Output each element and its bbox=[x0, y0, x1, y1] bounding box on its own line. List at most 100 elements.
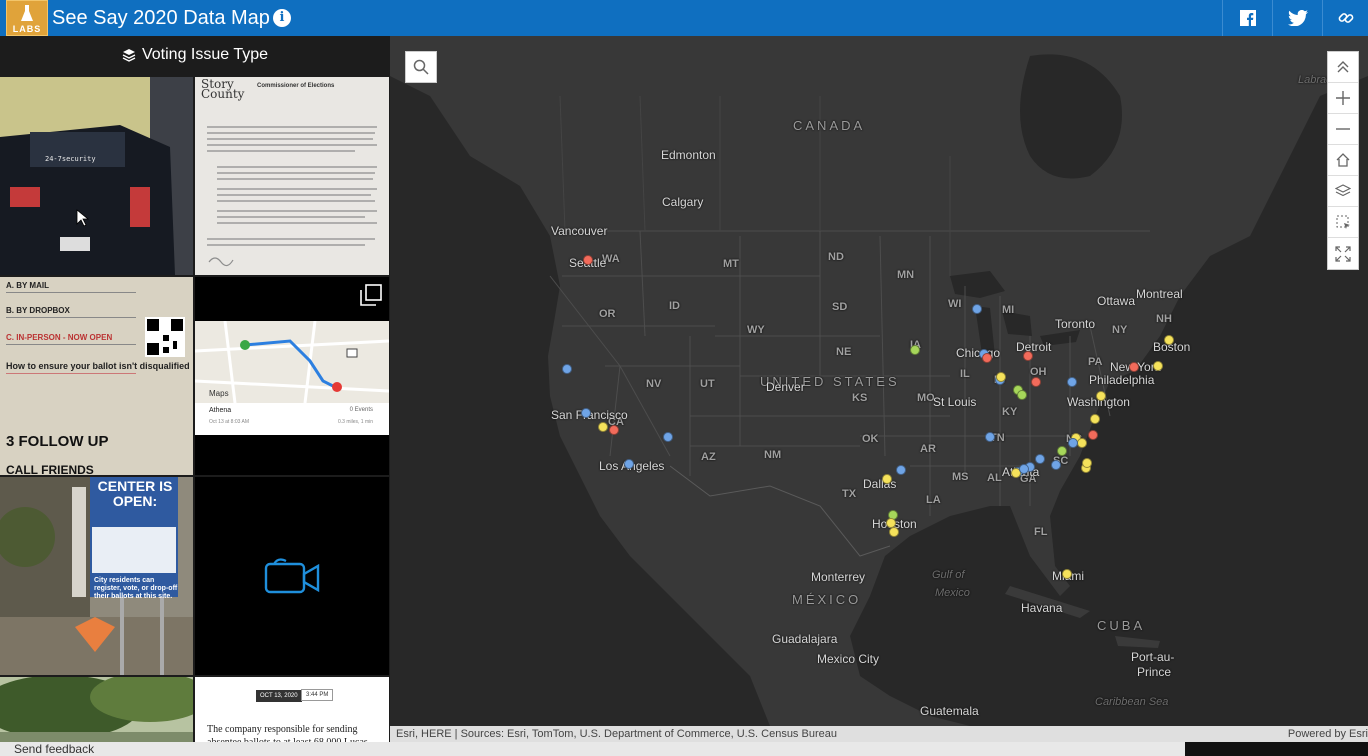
map-point-green[interactable] bbox=[1017, 390, 1027, 400]
gallery-tile-map-snapshot[interactable]: Maps Athena 0 Events Oct 13 at 8:03 AM 0… bbox=[195, 277, 389, 475]
water-label: Mexico bbox=[935, 587, 970, 599]
map-point-yellow[interactable] bbox=[598, 422, 608, 432]
video-camera-icon bbox=[264, 558, 320, 594]
city-label: Philadelphia bbox=[1089, 373, 1155, 387]
map-point-yellow[interactable] bbox=[889, 527, 899, 537]
map-search-button[interactable] bbox=[405, 51, 437, 83]
map-point-yellow[interactable] bbox=[1062, 569, 1072, 579]
map-point-yellow[interactable] bbox=[996, 372, 1006, 382]
state-label: SD bbox=[832, 301, 848, 313]
city-label: Havana bbox=[1021, 601, 1063, 615]
map-point-blue[interactable] bbox=[1067, 377, 1077, 387]
map-point-blue[interactable] bbox=[1051, 460, 1061, 470]
fullscreen-button[interactable] bbox=[1328, 238, 1358, 269]
flask-icon bbox=[21, 5, 33, 21]
zoom-in-button[interactable] bbox=[1328, 83, 1358, 114]
gallery-tile-flyer[interactable]: A. BY MAIL B. BY DROPBOX C. IN-PERSON - … bbox=[0, 277, 193, 475]
gallery-tile-car-photo[interactable]: 24-7security bbox=[0, 77, 193, 275]
state-label: OR bbox=[599, 308, 616, 320]
gallery-tile-video[interactable] bbox=[195, 477, 389, 675]
map-point-yellow[interactable] bbox=[1082, 458, 1092, 468]
state-label: OH bbox=[1030, 366, 1047, 378]
city-label: Prince bbox=[1137, 665, 1172, 679]
info-icon[interactable]: i bbox=[273, 9, 291, 27]
state-label: TX bbox=[842, 488, 857, 500]
facebook-share-button[interactable] bbox=[1222, 0, 1272, 36]
map-point-red[interactable] bbox=[1129, 362, 1139, 372]
gallery-tile-document[interactable]: Story County Commissioner of Elections bbox=[195, 77, 389, 275]
map-point-yellow[interactable] bbox=[882, 474, 892, 484]
zoom-out-button[interactable] bbox=[1328, 114, 1358, 145]
map-point-yellow[interactable] bbox=[1090, 414, 1100, 424]
map-point-yellow[interactable] bbox=[1153, 361, 1163, 371]
city-label: Calgary bbox=[662, 195, 704, 209]
city-label: Port-au- bbox=[1131, 650, 1175, 664]
map-point-blue[interactable] bbox=[985, 432, 995, 442]
map-point-yellow[interactable] bbox=[1096, 391, 1106, 401]
map-point-blue[interactable] bbox=[562, 364, 572, 374]
state-label: MS bbox=[952, 471, 969, 483]
map-view[interactable]: CANADA UNITED STATES MÉXICO CUBA Gulf of Mexi… bbox=[390, 36, 1368, 726]
city-label: Vancouver bbox=[551, 224, 608, 238]
select-icon bbox=[1336, 215, 1350, 229]
map-point-red[interactable] bbox=[609, 425, 619, 435]
select-button[interactable] bbox=[1328, 207, 1358, 238]
send-feedback-link[interactable]: Send feedback bbox=[0, 742, 1185, 756]
map-point-blue[interactable] bbox=[1068, 438, 1078, 448]
map-point-red[interactable] bbox=[1031, 377, 1041, 387]
twitter-icon bbox=[1287, 10, 1308, 26]
map-point-red[interactable] bbox=[1023, 351, 1033, 361]
map-point-blue[interactable] bbox=[896, 465, 906, 475]
flyer-line-callfriends: CALL FRIENDS bbox=[6, 463, 94, 475]
map-point-green[interactable] bbox=[910, 345, 920, 355]
twitter-share-button[interactable] bbox=[1272, 0, 1322, 36]
map-point-blue[interactable] bbox=[624, 459, 634, 469]
city-label: Detroit bbox=[1016, 340, 1052, 354]
city-label: Denver bbox=[766, 380, 805, 394]
logo-text: LABS bbox=[12, 24, 42, 34]
state-label: NV bbox=[646, 378, 662, 390]
bottom-edge bbox=[1185, 742, 1368, 756]
gallery-tile-voting-center-photo[interactable]: CENTER IS OPEN: City residents can regis… bbox=[0, 477, 193, 675]
layers-icon bbox=[1335, 184, 1351, 197]
map-point-red[interactable] bbox=[583, 255, 593, 265]
state-label: FL bbox=[1034, 526, 1048, 538]
state-label: AZ bbox=[701, 451, 716, 463]
home-button[interactable] bbox=[1328, 145, 1358, 176]
map-point-blue[interactable] bbox=[972, 304, 982, 314]
map-point-blue[interactable] bbox=[581, 408, 591, 418]
water-label: Caribbean Sea bbox=[1095, 696, 1169, 708]
sign-heading: CENTER IS OPEN: bbox=[97, 478, 173, 509]
city-label: St Louis bbox=[933, 395, 977, 409]
map-attribution: Esri, HERE | Sources: Esri, TomTom, U.S.… bbox=[390, 726, 1368, 742]
water-label: Gulf of bbox=[932, 569, 965, 581]
route-distance: 0.3 miles, 1 min bbox=[337, 419, 373, 425]
map-point-green[interactable] bbox=[1057, 446, 1067, 456]
map-point-yellow[interactable] bbox=[1164, 335, 1174, 345]
layer-list-button[interactable] bbox=[1328, 176, 1358, 207]
country-label: CUBA bbox=[1097, 618, 1146, 633]
state-label: ND bbox=[828, 251, 844, 263]
route-date: Oct 13 at 8:03 AM bbox=[209, 419, 250, 425]
city-label: Guadalajara bbox=[772, 632, 838, 646]
powered-by-link[interactable]: Powered by Esri bbox=[1288, 726, 1368, 742]
city-label: Ottawa bbox=[1097, 294, 1136, 308]
map-point-red[interactable] bbox=[982, 353, 992, 363]
state-label: NH bbox=[1156, 313, 1172, 325]
state-label: NY bbox=[1112, 324, 1128, 336]
labs-logo[interactable]: LABS bbox=[6, 0, 48, 36]
flyer-line-inperson: C. IN-PERSON - NOW OPEN bbox=[6, 333, 113, 342]
voting-issue-type-header[interactable]: Voting Issue Type bbox=[0, 36, 390, 74]
app-header: LABS See Say 2020 Data Map i bbox=[0, 0, 1368, 36]
map-point-blue[interactable] bbox=[1019, 464, 1029, 474]
article-date: OCT 13, 2020 bbox=[256, 690, 302, 702]
state-label: UT bbox=[700, 378, 715, 390]
collapse-tools-button[interactable] bbox=[1328, 52, 1358, 83]
sidebar-title: Voting Issue Type bbox=[141, 46, 268, 63]
map-toolbar bbox=[1327, 51, 1359, 270]
link-share-button[interactable] bbox=[1322, 0, 1368, 36]
map-point-blue[interactable] bbox=[1035, 454, 1045, 464]
map-point-blue[interactable] bbox=[663, 432, 673, 442]
map-point-yellow[interactable] bbox=[1077, 438, 1087, 448]
map-point-red[interactable] bbox=[1088, 430, 1098, 440]
